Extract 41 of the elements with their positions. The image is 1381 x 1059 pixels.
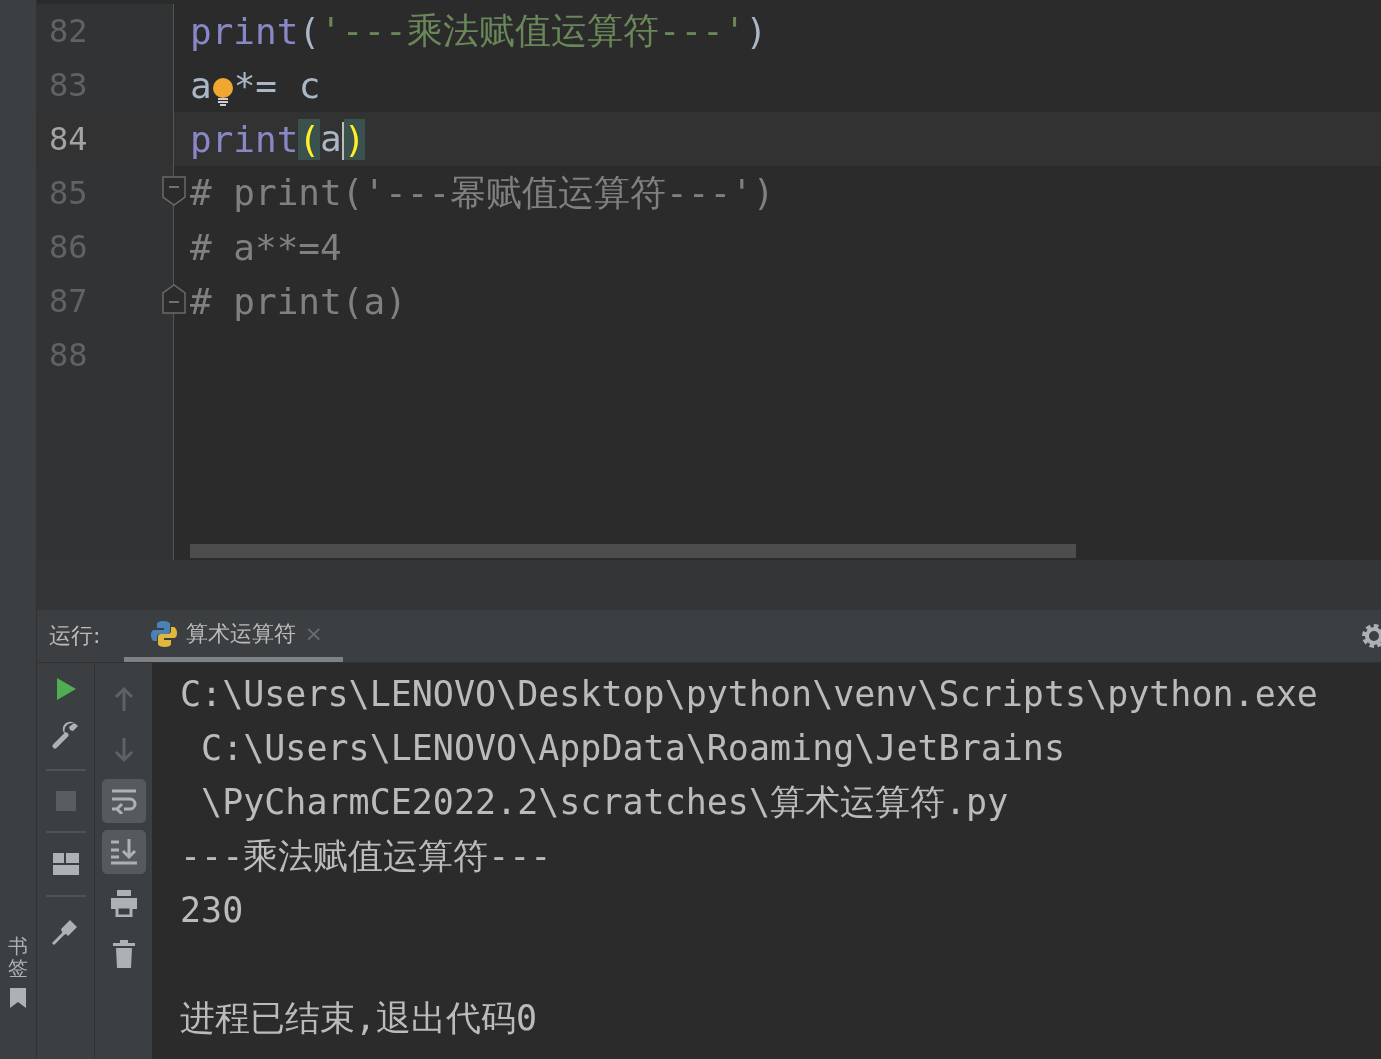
horizontal-scrollbar[interactable] bbox=[190, 544, 1076, 558]
code-token: # a**=4 bbox=[190, 226, 342, 268]
trash-icon bbox=[112, 940, 135, 968]
up-arrow-icon bbox=[113, 686, 134, 712]
fold-marker-icon[interactable] bbox=[162, 284, 186, 314]
run-icon[interactable] bbox=[54, 677, 77, 701]
code-token: print bbox=[190, 10, 299, 52]
exit-message: 进程已结束,退出代码0 bbox=[180, 997, 539, 1040]
layout-icon[interactable] bbox=[52, 853, 79, 875]
code-token: a bbox=[320, 118, 344, 160]
scroll-to-end-icon bbox=[109, 838, 138, 866]
code-token: '---乘法赋值运算符---' bbox=[320, 8, 746, 53]
console-line: ---乘法赋值运算符--- bbox=[180, 835, 553, 878]
soft-wrap-icon bbox=[109, 788, 138, 814]
bookmark-icon bbox=[9, 987, 27, 1009]
pin-icon[interactable] bbox=[51, 917, 80, 945]
bookmarks-tab[interactable]: 书签 bbox=[0, 935, 36, 1009]
settings-icon[interactable] bbox=[1359, 621, 1381, 651]
line-number: 84 bbox=[49, 120, 88, 158]
python-icon bbox=[150, 619, 179, 648]
code-token: # print('---幂赋值运算符---') bbox=[190, 170, 775, 215]
code-token: *= c bbox=[233, 64, 321, 106]
code-token: print bbox=[190, 118, 299, 160]
run-label: 运行: bbox=[49, 622, 101, 650]
scroll-end-button[interactable] bbox=[101, 830, 146, 874]
console-line: C:\Users\LENOVO\AppData\Roaming\JetBrains bbox=[200, 727, 1066, 770]
printer-icon bbox=[109, 889, 138, 917]
console-line: \PyCharmCE2022.2\scratches\算术运算符.py bbox=[200, 781, 1010, 824]
lightbulb-icon[interactable] bbox=[211, 77, 234, 107]
down-arrow-icon bbox=[113, 737, 134, 763]
console-line: 230 bbox=[180, 889, 245, 932]
code-token: # print(a) bbox=[190, 280, 407, 322]
wrench-icon[interactable] bbox=[51, 721, 80, 749]
console-line: C:\Users\LENOVO\Desktop\python\venv\Scripts\python.exe bbox=[180, 673, 1319, 716]
wrap-button[interactable] bbox=[101, 779, 146, 823]
code-token: ) bbox=[745, 10, 768, 52]
code-token: a bbox=[190, 64, 212, 106]
code-token: ( bbox=[298, 118, 321, 160]
fold-marker-icon[interactable] bbox=[162, 176, 186, 206]
code-token: ( bbox=[298, 10, 321, 52]
code-token: ) bbox=[343, 118, 366, 160]
